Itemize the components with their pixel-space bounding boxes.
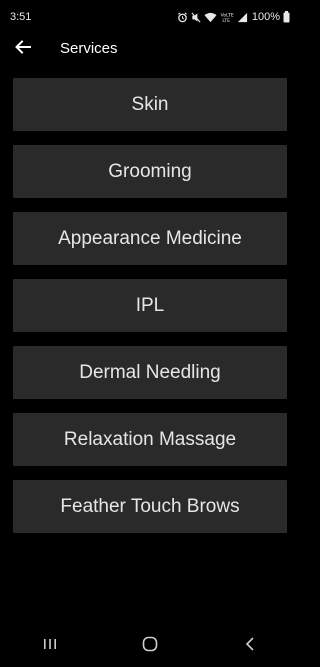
battery-icon xyxy=(283,11,290,23)
system-nav-bar xyxy=(0,625,300,667)
service-button-appearance-medicine[interactable]: Appearance Medicine xyxy=(13,212,287,265)
back-icon xyxy=(244,636,256,657)
service-button-relaxation-massage[interactable]: Relaxation Massage xyxy=(13,413,287,466)
service-button-grooming[interactable]: Grooming xyxy=(13,145,287,198)
service-button-feather-touch-brows[interactable]: Feather Touch Brows xyxy=(13,480,287,533)
service-button-ipl[interactable]: IPL xyxy=(13,279,287,332)
status-bar: 3:51 VoLTE LTE 100% xyxy=(0,0,300,34)
page-title: Services xyxy=(60,40,118,57)
svg-text:VoLTE: VoLTE xyxy=(220,12,233,18)
service-list: Skin Grooming Appearance Medicine IPL De… xyxy=(13,78,287,547)
mute-icon xyxy=(191,12,201,23)
service-button-skin[interactable]: Skin xyxy=(13,78,287,131)
app-bar: Services xyxy=(0,34,300,64)
alarm-icon xyxy=(177,11,188,23)
service-button-dermal-needling[interactable]: Dermal Needling xyxy=(13,346,287,399)
battery-percent: 100% xyxy=(251,11,280,23)
status-icons: VoLTE LTE 100% xyxy=(177,11,290,23)
svg-text:LTE: LTE xyxy=(222,18,230,23)
back-button[interactable] xyxy=(10,36,36,62)
system-back-button[interactable] xyxy=(230,631,270,661)
arrow-left-icon xyxy=(14,38,32,61)
home-icon xyxy=(142,636,158,657)
volte-icon: VoLTE LTE xyxy=(220,12,234,23)
recent-apps-button[interactable] xyxy=(30,631,70,661)
signal-icon xyxy=(237,12,248,23)
wifi-icon xyxy=(204,12,217,23)
home-button[interactable] xyxy=(130,631,170,661)
recent-apps-icon xyxy=(42,637,58,656)
status-time: 3:51 xyxy=(10,11,32,23)
